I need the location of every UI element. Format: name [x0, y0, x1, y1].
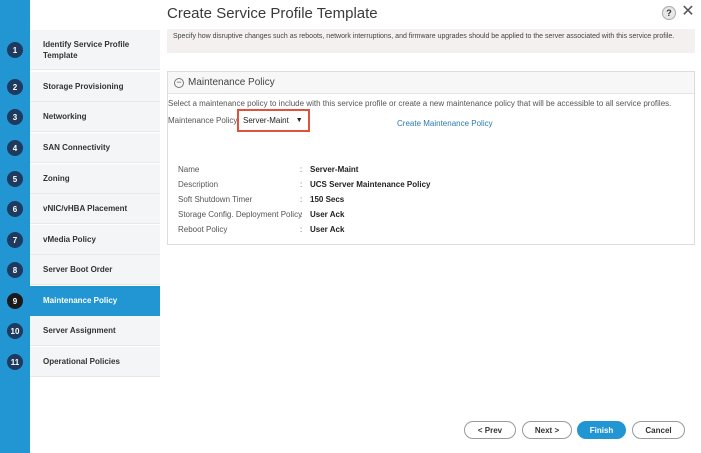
detail-value: 150 Secs: [310, 195, 345, 204]
step-storage-provisioning[interactable]: 2 Storage Provisioning: [0, 72, 160, 102]
next-button[interactable]: Next >: [522, 421, 572, 439]
step-number: 10: [7, 323, 23, 339]
step-label: Server Boot Order: [30, 255, 160, 285]
collapse-icon[interactable]: −: [174, 77, 184, 88]
detail-label: Storage Config. Deployment Policy: [178, 210, 303, 219]
maintenance-policy-select[interactable]: Server-Maint ▼: [237, 109, 310, 132]
detail-label: Soft Shutdown Timer: [178, 195, 253, 204]
maintenance-policy-label: Maintenance Policy:: [168, 116, 240, 125]
step-zoning[interactable]: 5 Zoning: [0, 164, 160, 194]
step-label: Operational Policies: [30, 347, 160, 377]
cancel-button[interactable]: Cancel: [632, 421, 685, 439]
step-networking[interactable]: 3 Networking: [0, 102, 160, 132]
create-maintenance-policy-link[interactable]: Create Maintenance Policy: [397, 119, 493, 128]
step-number: 9: [7, 293, 23, 309]
page-title: Create Service Profile Template: [167, 5, 378, 22]
prev-button[interactable]: < Prev: [464, 421, 516, 439]
caret-down-icon: ▼: [295, 117, 303, 124]
panel-header[interactable]: − Maintenance Policy: [168, 72, 694, 94]
close-icon[interactable]: ✕: [681, 4, 695, 20]
step-number: 2: [7, 79, 23, 95]
step-maintenance-policy[interactable]: 9 Maintenance Policy: [0, 286, 160, 316]
step-label: Zoning: [30, 164, 160, 194]
detail-value: User Ack: [310, 225, 345, 234]
step-number: 5: [7, 171, 23, 187]
help-icon[interactable]: ?: [662, 6, 676, 20]
step-label: vMedia Policy: [30, 225, 160, 255]
step-server-assignment[interactable]: 10 Server Assignment: [0, 316, 160, 346]
detail-label: Name: [178, 165, 200, 174]
step-vnic-vhba-placement[interactable]: 6 vNIC/vHBA Placement: [0, 194, 160, 224]
step-number: 7: [7, 232, 23, 248]
step-number: 1: [7, 42, 23, 58]
step-server-boot-order[interactable]: 8 Server Boot Order: [0, 255, 160, 285]
selected-value: Server-Maint: [243, 116, 289, 125]
detail-value: Server-Maint: [310, 165, 359, 174]
step-number: 3: [7, 109, 23, 125]
step-label: vNIC/vHBA Placement: [30, 194, 160, 224]
policy-instructions: Select a maintenance policy to include w…: [168, 99, 672, 108]
step-san-connectivity[interactable]: 4 SAN Connectivity: [0, 133, 160, 163]
detail-label: Description: [178, 180, 219, 189]
step-label: SAN Connectivity: [30, 133, 160, 163]
step-label: Server Assignment: [30, 316, 160, 346]
disruption-warning: Specify how disruptive changes such as r…: [167, 29, 695, 53]
step-label: Storage Provisioning: [30, 72, 160, 102]
step-number: 8: [7, 262, 23, 278]
step-label: Maintenance Policy: [30, 286, 160, 316]
step-number: 4: [7, 140, 23, 156]
finish-button[interactable]: Finish: [577, 421, 626, 439]
step-operational-policies[interactable]: 11 Operational Policies: [0, 347, 160, 377]
step-label: Identify Service Profile Template: [30, 30, 160, 70]
maintenance-policy-panel: − Maintenance Policy Select a maintenanc…: [167, 71, 695, 245]
step-number: 11: [7, 354, 23, 370]
detail-label: Reboot Policy: [178, 225, 228, 234]
step-vmedia-policy[interactable]: 7 vMedia Policy: [0, 225, 160, 255]
detail-value: UCS Server Maintenance Policy: [310, 180, 431, 189]
wizard-steps: 1 Identify Service Profile Template 2 St…: [0, 0, 160, 453]
step-identify-service-profile-template[interactable]: 1 Identify Service Profile Template: [0, 30, 160, 70]
detail-value: User Ack: [310, 210, 345, 219]
panel-title: Maintenance Policy: [188, 77, 275, 88]
step-label: Networking: [30, 102, 160, 132]
step-number: 6: [7, 201, 23, 217]
